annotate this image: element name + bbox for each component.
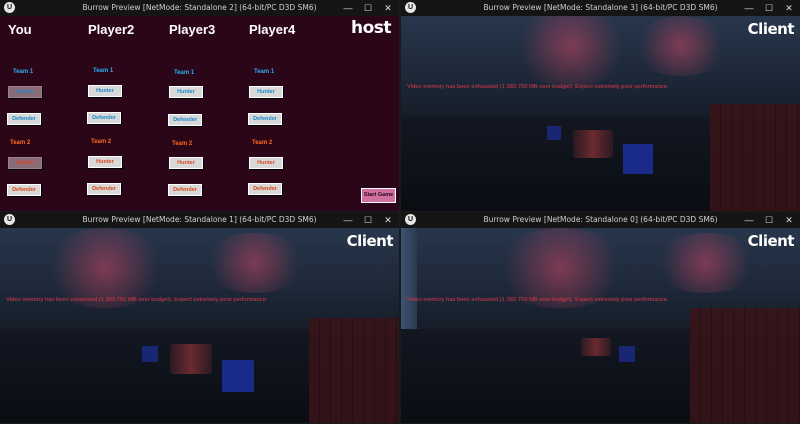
title-bar[interactable]: U Burrow Preview [NetMode: Standalone 0]…	[401, 212, 800, 228]
blue-cube	[222, 360, 254, 392]
team2-hunter-button[interactable]: Hunter	[8, 157, 42, 169]
minimize-icon[interactable]: —	[339, 1, 357, 15]
team1-label: Team 1	[254, 69, 275, 75]
maximize-icon[interactable]: ☐	[760, 213, 778, 227]
red-glow	[491, 228, 631, 308]
red-grid-wall	[710, 104, 800, 211]
team2-defender-button[interactable]: Defender	[87, 183, 121, 195]
team2-label: Team 2	[91, 139, 112, 145]
game-viewport[interactable]: Client Video memory has been exhausted (…	[0, 228, 399, 423]
title-bar[interactable]: U Burrow Preview [NetMode: Standalone 1]…	[0, 212, 399, 228]
team1-defender-button[interactable]: Defender	[7, 113, 41, 125]
blue-cube	[623, 144, 653, 174]
minimize-icon[interactable]: —	[339, 213, 357, 227]
player-name: You	[8, 22, 32, 37]
close-icon[interactable]: ✕	[379, 213, 397, 227]
red-grid-wall	[309, 318, 399, 423]
game-viewport[interactable]: Client Video memory has been exhausted (…	[401, 228, 800, 423]
close-icon[interactable]: ✕	[379, 1, 397, 15]
client-window: U Burrow Preview [NetMode: Standalone 1]…	[0, 212, 399, 423]
player-name: Player3	[169, 22, 216, 37]
team1-defender-button[interactable]: Defender	[168, 114, 202, 126]
client-window: U Burrow Preview [NetMode: Standalone 0]…	[401, 212, 800, 423]
cylinder-prop	[170, 344, 212, 374]
red-grid-wall	[690, 308, 800, 423]
team2-defender-button[interactable]: Defender	[168, 184, 202, 196]
close-icon[interactable]: ✕	[780, 1, 798, 15]
blue-cube	[142, 346, 158, 362]
team1-label: Team 1	[13, 69, 34, 75]
team1-hunter-button[interactable]: Hunter	[8, 86, 42, 98]
team2-label: Team 2	[10, 140, 31, 146]
title-bar[interactable]: U Burrow Preview [NetMode: Standalone 2]…	[0, 0, 399, 16]
team2-label: Team 2	[172, 141, 193, 147]
team2-hunter-button[interactable]: Hunter	[88, 156, 122, 168]
red-glow	[631, 16, 731, 76]
team2-hunter-button[interactable]: Hunter	[249, 157, 283, 169]
host-label: host	[350, 18, 392, 38]
lobby-viewport: You Player2 Player3 Player4 host Team 1 …	[0, 16, 399, 211]
client-label: Client	[346, 232, 394, 250]
red-glow	[40, 228, 170, 308]
team1-hunter-button[interactable]: Hunter	[249, 86, 283, 98]
team1-label: Team 1	[174, 70, 195, 76]
maximize-icon[interactable]: ☐	[359, 213, 377, 227]
player-name: Player2	[88, 22, 135, 37]
title-bar[interactable]: U Burrow Preview [NetMode: Standalone 3]…	[401, 0, 800, 16]
blue-cube	[547, 126, 561, 140]
team2-defender-button[interactable]: Defender	[7, 184, 41, 196]
client-window: U Burrow Preview [NetMode: Standalone 3]…	[401, 0, 800, 211]
video-memory-warning: Video memory has been exhausted (1 383.7…	[407, 297, 669, 303]
host-window: U Burrow Preview [NetMode: Standalone 2]…	[0, 0, 399, 211]
team2-defender-button[interactable]: Defender	[248, 183, 282, 195]
close-icon[interactable]: ✕	[780, 213, 798, 227]
team1-hunter-button[interactable]: Hunter	[169, 86, 203, 98]
maximize-icon[interactable]: ☐	[359, 1, 377, 15]
game-viewport[interactable]: Client Video memory has been exhausted (…	[401, 16, 800, 211]
cylinder-prop	[573, 130, 613, 158]
red-glow	[200, 233, 310, 293]
client-label: Client	[747, 20, 795, 38]
video-memory-warning: Video memory has been exhausted (1 383.7…	[407, 84, 669, 90]
team1-label: Team 1	[93, 68, 114, 74]
red-glow	[651, 233, 761, 293]
start-game-button[interactable]: Start Game	[361, 188, 396, 203]
team2-label: Team 2	[252, 140, 273, 146]
blue-cube	[619, 346, 635, 362]
team1-defender-button[interactable]: Defender	[248, 113, 282, 125]
team1-hunter-button[interactable]: Hunter	[88, 85, 122, 97]
team1-defender-button[interactable]: Defender	[87, 112, 121, 124]
player-name: Player4	[249, 22, 296, 37]
maximize-icon[interactable]: ☐	[760, 1, 778, 15]
client-label: Client	[747, 232, 795, 250]
video-memory-warning: Video memory has been exhausted (1 383.7…	[6, 297, 268, 303]
team2-hunter-button[interactable]: Hunter	[169, 157, 203, 169]
minimize-icon[interactable]: —	[740, 213, 758, 227]
cylinder-prop	[581, 338, 611, 356]
minimize-icon[interactable]: —	[740, 1, 758, 15]
